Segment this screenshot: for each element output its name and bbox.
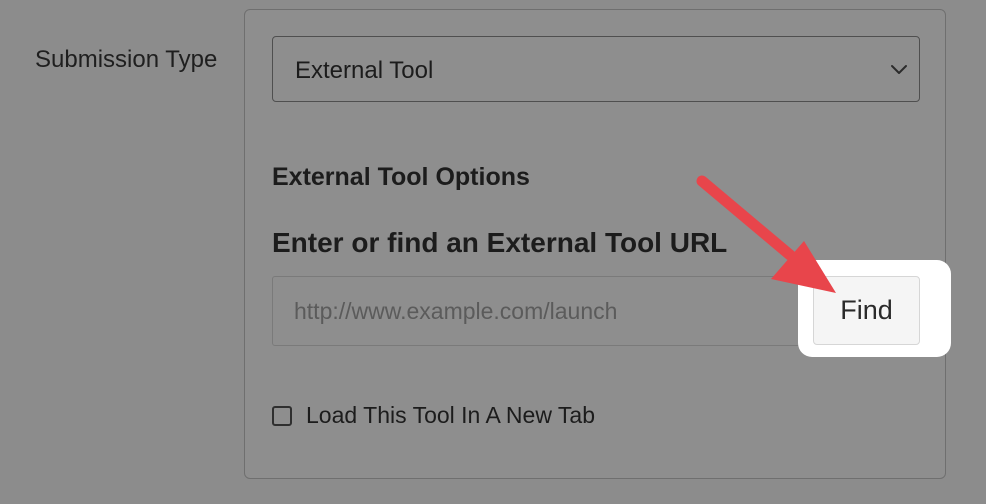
external-tool-url-heading: Enter or find an External Tool URL <box>272 227 728 258</box>
find-button[interactable]: Find <box>813 276 920 345</box>
new-tab-checkbox-label: Load This Tool In A New Tab <box>306 402 595 428</box>
external-tool-url-input[interactable] <box>272 276 808 346</box>
submission-type-select[interactable]: External Tool <box>272 36 920 102</box>
submission-type-label: Submission Type <box>35 46 218 73</box>
external-tool-options-heading: External Tool Options <box>272 163 530 191</box>
new-tab-checkbox[interactable] <box>272 405 292 426</box>
chevron-down-icon <box>891 65 907 74</box>
submission-type-selected-value: External Tool <box>295 57 434 84</box>
new-tab-option[interactable]: Load This Tool In A New Tab <box>272 402 595 429</box>
